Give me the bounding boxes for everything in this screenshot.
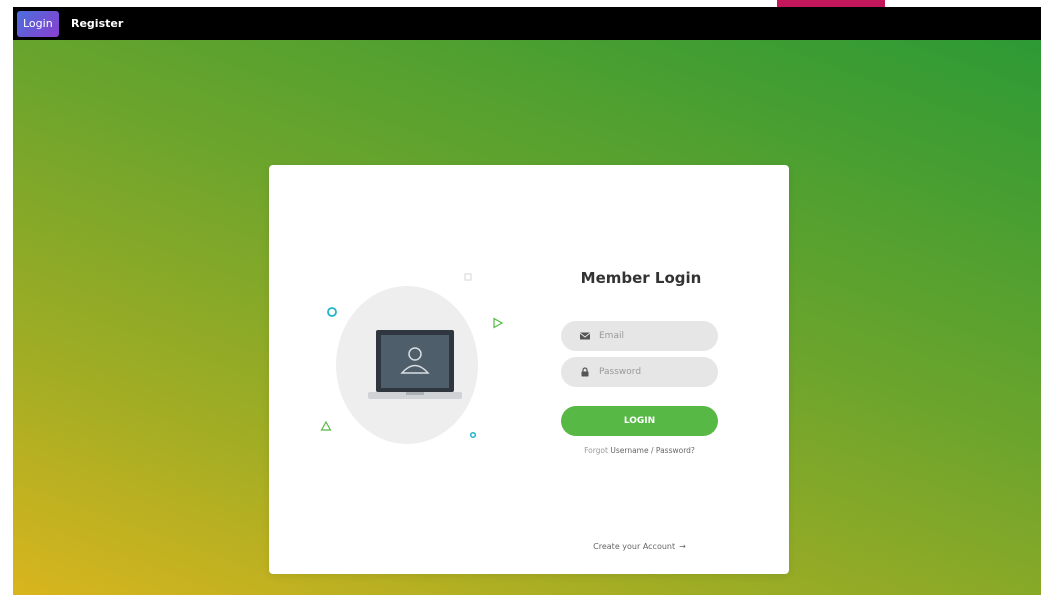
form-title: Member Login bbox=[580, 269, 702, 287]
nav-register-link[interactable]: Register bbox=[71, 11, 123, 37]
create-account-link[interactable]: Create your Account → bbox=[561, 542, 718, 551]
arrow-right-icon: → bbox=[679, 542, 686, 551]
gradient-background: Member Login LOGIN Forgot Username / Pas… bbox=[13, 40, 1041, 595]
forgot-credentials: Forgot Username / Password? bbox=[561, 446, 718, 455]
dot-deco-icon bbox=[469, 431, 477, 439]
laptop-user-icon bbox=[368, 330, 462, 399]
forgot-credentials-link[interactable]: Username / Password? bbox=[610, 446, 695, 455]
login-card: Member Login LOGIN Forgot Username / Pas… bbox=[269, 165, 789, 574]
triangle-right-deco-icon bbox=[493, 317, 504, 329]
password-field-wrapper bbox=[561, 357, 718, 387]
password-input[interactable] bbox=[599, 367, 709, 377]
top-accent-tab bbox=[777, 0, 885, 7]
envelope-icon bbox=[579, 332, 591, 340]
app-frame: Login Register Member Login Email LOGIN … bbox=[13, 7, 1041, 595]
login-illustration bbox=[309, 270, 509, 460]
forgot-prefix: Forgot bbox=[584, 446, 608, 455]
create-account-label: Create your Account bbox=[593, 542, 676, 551]
top-navbar: Login Register bbox=[13, 7, 1041, 40]
nav-login-link[interactable]: Login bbox=[17, 11, 59, 37]
email-input[interactable] bbox=[599, 331, 709, 341]
circle-deco-icon bbox=[327, 307, 337, 317]
square-deco-icon bbox=[464, 273, 472, 281]
login-button[interactable]: LOGIN bbox=[561, 406, 718, 436]
triangle-up-deco-icon bbox=[320, 420, 332, 431]
lock-icon bbox=[581, 367, 589, 377]
email-field-wrapper bbox=[561, 321, 718, 351]
